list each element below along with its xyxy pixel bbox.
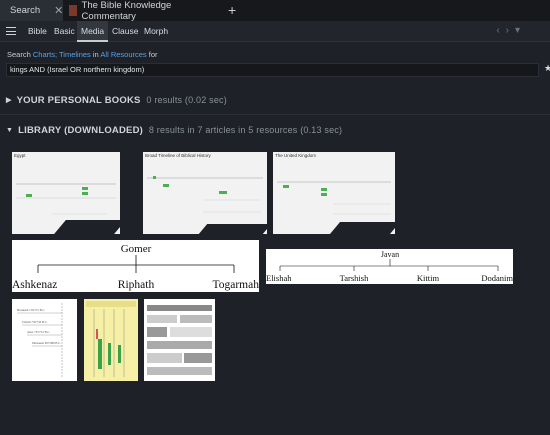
tab-search[interactable]: Search ✕ [0, 0, 63, 21]
reign-chart-image [86, 301, 136, 377]
library-meta: 8 results in 7 articles in 5 resources (… [148, 125, 343, 135]
result-thumbnail-united-kingdom[interactable]: The United Kingdom [273, 152, 395, 234]
book-cover-icon [69, 5, 77, 16]
reign-chart-image [147, 305, 212, 375]
javan-child: Elishah [266, 273, 292, 283]
genealogy-chart-image: Gomer Ashkenaz Riphath Togarmah [12, 243, 259, 291]
star-icon[interactable]: ★ [544, 63, 550, 74]
result-thumbnail-egypt[interactable]: Egypt [12, 152, 120, 234]
tab-bar: Search ✕ The Bible Knowledge Commentary … [0, 0, 550, 22]
search-description: Search Charts; Timelines in All Resource… [7, 50, 158, 59]
search-scope-link[interactable]: All Resources [100, 50, 146, 59]
reign-label: Hezekiah 716/715 B.C. [17, 308, 45, 312]
gomer-child: Riphath [118, 279, 155, 291]
timeline-chart-image [147, 176, 263, 213]
tab-clause[interactable]: Clause [108, 21, 142, 42]
reign-label: Ahaz 735/731 B.C. [27, 330, 50, 334]
collapse-arrow-icon: ▼ [6, 127, 14, 134]
kings-timeline-image: Hezekiah 716/715 B.C. Jotham 750/740 B.C… [17, 303, 63, 377]
search-mid: in [92, 50, 99, 59]
history-nav-arrows[interactable]: ‹›▾ [496, 25, 526, 36]
reign-label: Jotham 750/740 B.C. [22, 320, 48, 324]
search-input[interactable]: kings AND (Israel OR northern kingdom) [6, 63, 539, 77]
divider [0, 114, 550, 115]
gomer-child: Togarmah [213, 279, 259, 291]
tab-basic[interactable]: Basic [50, 21, 79, 42]
result-thumbnail-gray-chart[interactable] [144, 299, 215, 381]
personal-books-meta: 0 results (0.02 sec) [146, 95, 227, 105]
expand-arrow-icon: ▶ [6, 97, 12, 104]
menu-icon[interactable] [6, 27, 16, 35]
page-curl [198, 224, 267, 234]
result-thumbnail-broad-timeline[interactable]: Broad Timeline of Biblical History [143, 152, 267, 234]
library-header[interactable]: ▼ LIBRARY (DOWNLOADED) 8 results in 7 art… [6, 125, 342, 136]
close-icon[interactable]: ✕ [54, 4, 63, 17]
page-curl [329, 222, 395, 234]
result-thumbnail-yellow-chart[interactable] [84, 299, 138, 381]
search-types-link[interactable]: Charts; Timelines [33, 50, 91, 59]
gomer-root: Gomer [121, 243, 152, 255]
new-tab-button[interactable]: + [228, 2, 236, 18]
result-thumbnail-javan[interactable]: Javan Elishah Tarshish Kittim Dodanim [266, 249, 513, 284]
personal-books-header[interactable]: ▶ YOUR PERSONAL BOOKS 0 results (0.02 sec… [6, 95, 227, 106]
gomer-child: Ashkenaz [12, 279, 57, 291]
personal-books-title: YOUR PERSONAL BOOKS [16, 95, 141, 106]
page-curl [54, 220, 120, 234]
javan-root: Javan [381, 250, 399, 259]
result-thumbnail-gomer[interactable]: Gomer Ashkenaz Riphath Togarmah [12, 240, 259, 292]
reign-label: Manasseh 697/686 B.C. [32, 341, 61, 345]
tab-commentary[interactable]: The Bible Knowledge Commentary [64, 0, 220, 22]
tab-bible[interactable]: Bible [24, 21, 51, 42]
result-thumbnail-kings-timeline[interactable]: Hezekiah 716/715 B.C. Jotham 750/740 B.C… [12, 299, 77, 381]
search-toolbar: Bible Basic Media Clause Morph ‹›▾ [0, 21, 550, 42]
tab-media[interactable]: Media [77, 21, 109, 42]
tab-commentary-label: The Bible Knowledge Commentary [81, 0, 172, 22]
javan-child: Tarshish [340, 273, 369, 283]
search-suffix: for [148, 50, 158, 59]
javan-child: Dodanim [481, 273, 513, 283]
genealogy-chart-image: Javan Elishah Tarshish Kittim Dodanim [266, 250, 513, 283]
tab-morph[interactable]: Morph [140, 21, 172, 42]
library-title: LIBRARY (DOWNLOADED) [18, 125, 143, 136]
javan-child: Kittim [417, 273, 440, 283]
tab-search-label: Search [10, 5, 41, 16]
search-prefix: Search [7, 50, 31, 59]
